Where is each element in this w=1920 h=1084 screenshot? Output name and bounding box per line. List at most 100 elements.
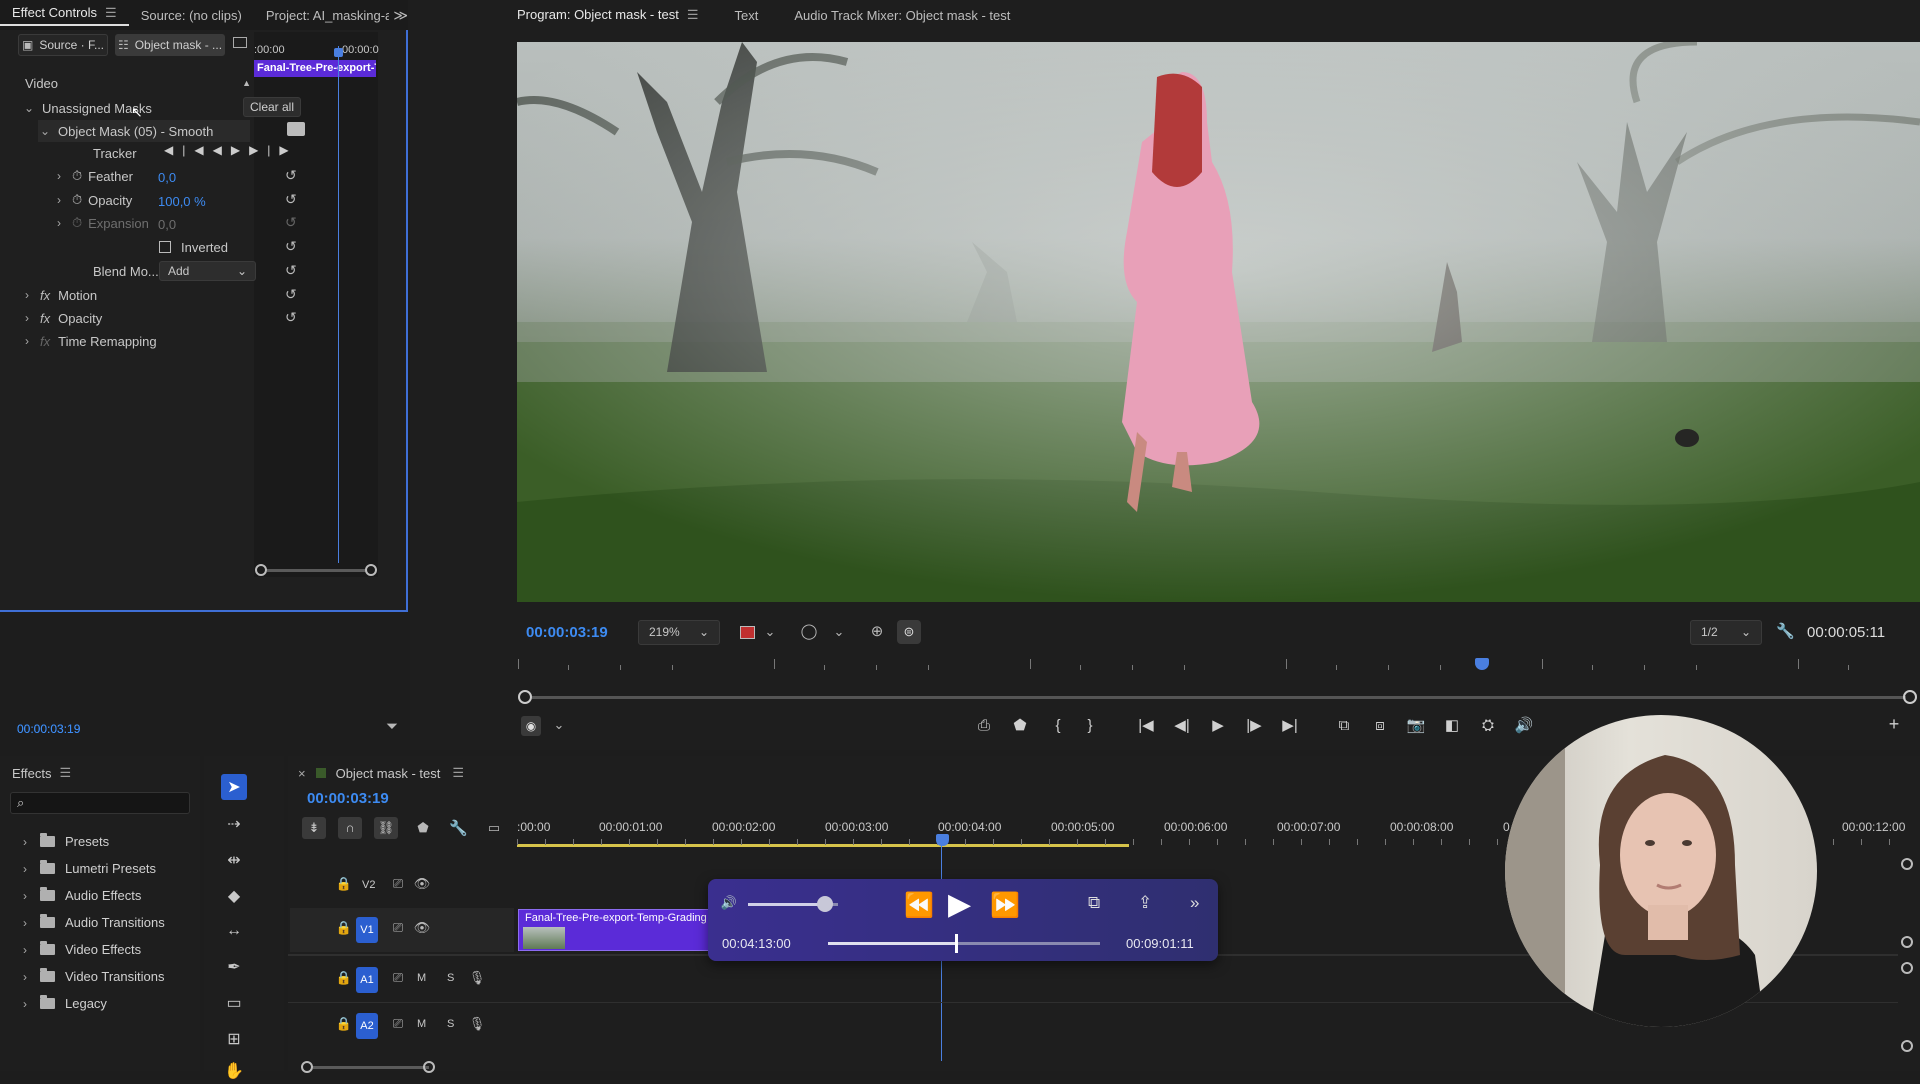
panel-menu-icon[interactable]: ☰: [60, 765, 72, 781]
reset-icon[interactable]: ↺: [285, 167, 297, 184]
mute-button[interactable]: M: [417, 972, 426, 984]
audio-tracks-scroll[interactable]: [1901, 962, 1913, 974]
track-label-v2[interactable]: V2: [362, 879, 375, 891]
lock-icon[interactable]: 🔒: [335, 970, 353, 986]
sync-lock-icon[interactable]: ⎚: [389, 876, 407, 892]
track-select-tool-icon[interactable]: ⇢: [221, 811, 247, 837]
mini-clip-bar[interactable]: Fanal-Tree-Pre-export-Tem: [254, 60, 376, 77]
mini-scroll-handle-right[interactable]: [365, 564, 377, 576]
tab-audio-track-mixer[interactable]: Audio Track Mixer: Object mask - test: [782, 8, 1022, 23]
track-forward-icon[interactable]: |▶: [267, 143, 297, 157]
panel-menu-icon[interactable]: ☰: [452, 765, 464, 781]
mini-scroll-handle-left[interactable]: [255, 564, 267, 576]
chevron-down-icon[interactable]: ⌄: [830, 624, 848, 640]
filter-icon[interactable]: ⏷: [383, 718, 401, 735]
lift-icon[interactable]: ⎙: [972, 716, 996, 736]
mini-playhead[interactable]: [338, 46, 339, 563]
opacity-mask-value[interactable]: 100,0 %: [158, 194, 206, 209]
resolution-dropdown[interactable]: 1/2 ⌄: [1690, 620, 1762, 645]
stopwatch-icon[interactable]: ⏱: [72, 168, 82, 184]
go-to-in-icon[interactable]: |◀: [1134, 716, 1158, 736]
insert-icon[interactable]: ⧉: [1332, 716, 1356, 736]
floating-media-player[interactable]: 🔊 ⏪ ▶ ⏩ ⧉ ⇪ » 00:04:13:00 00:09:01:11: [708, 879, 1218, 961]
track-target-v1[interactable]: V1: [356, 917, 378, 943]
add-marker-icon[interactable]: ⬟: [1008, 716, 1032, 736]
hand-tool-icon[interactable]: ✋: [221, 1058, 247, 1084]
effect-controls-timecode-bottom[interactable]: 00:00:03:19: [17, 722, 80, 736]
pen-tool-icon[interactable]: ✒: [221, 954, 247, 980]
toggle-timeline-icon[interactable]: [233, 37, 247, 48]
effects-item-video-transitions[interactable]: › Video Transitions: [18, 968, 165, 984]
reset-icon[interactable]: ↺: [285, 191, 297, 208]
fx-opacity-row[interactable]: › fx Opacity: [20, 307, 102, 329]
captions-icon[interactable]: ▭: [485, 820, 503, 836]
rewind-icon[interactable]: ⏪: [904, 891, 934, 920]
tab-effect-controls[interactable]: Effect Controls ☰: [0, 5, 129, 26]
volume-icon[interactable]: 🔊: [720, 895, 738, 911]
inverted-checkbox[interactable]: [159, 241, 171, 253]
lock-icon[interactable]: 🔒: [335, 876, 353, 892]
microphone-icon[interactable]: 🎙: [468, 970, 486, 986]
comparison-view-icon[interactable]: ◧: [1440, 716, 1464, 736]
fx-icon[interactable]: fx: [40, 311, 50, 326]
selection-tool-icon[interactable]: ➤: [221, 774, 247, 800]
tab-source[interactable]: Source: (no clips): [129, 8, 254, 23]
effects-item-presets[interactable]: › Presets: [18, 833, 109, 849]
track-target-a1[interactable]: A1: [356, 967, 378, 993]
timeline-clip[interactable]: Fanal-Tree-Pre-export-Temp-Grading: [518, 909, 718, 951]
more-icon[interactable]: »: [1190, 893, 1199, 913]
sync-lock-icon[interactable]: ⎚: [389, 920, 407, 936]
chevron-right-icon[interactable]: ›: [18, 997, 32, 1011]
effects-item-audio-transitions[interactable]: › Audio Transitions: [18, 914, 165, 930]
add-marker-icon[interactable]: ⬟: [414, 820, 432, 836]
program-timecode[interactable]: 00:00:03:19: [526, 624, 608, 641]
fx-icon[interactable]: fx: [40, 288, 50, 303]
chevron-right-icon[interactable]: ›: [20, 288, 34, 302]
wrench-icon[interactable]: 🔧: [1776, 622, 1795, 640]
track-next-frame-icon[interactable]: ▶: [249, 143, 267, 157]
chevron-right-icon[interactable]: ›: [18, 862, 32, 876]
effects-item-video-effects[interactable]: › Video Effects: [18, 941, 141, 957]
sequence-title[interactable]: Object mask - test: [336, 766, 441, 781]
step-forward-icon[interactable]: |▶: [1242, 716, 1266, 736]
program-playhead-marker[interactable]: [1475, 658, 1489, 670]
chevron-right-icon[interactable]: ›: [52, 193, 66, 207]
chevron-right-icon[interactable]: ›: [52, 169, 66, 183]
ripple-edit-tool-icon[interactable]: ⇹: [221, 847, 247, 873]
timeline-playhead-marker[interactable]: [936, 834, 949, 846]
chevron-right-icon[interactable]: ›: [18, 970, 32, 984]
mask-comment-icon[interactable]: [287, 122, 305, 136]
reset-icon[interactable]: ↺: [285, 238, 297, 255]
chevron-right-icon[interactable]: ›: [20, 334, 34, 348]
more-tabs-icon[interactable]: ≫: [393, 7, 408, 24]
chevron-right-icon[interactable]: ›: [18, 889, 32, 903]
overlay-toggle-icon[interactable]: ⊜: [897, 620, 921, 644]
clear-all-button[interactable]: Clear all: [243, 97, 301, 117]
fx-motion-row[interactable]: › fx Motion: [20, 284, 97, 306]
mini-playhead-marker[interactable]: [334, 48, 343, 57]
mute-button[interactable]: M: [417, 1018, 426, 1030]
track-backward-icon[interactable]: ◀|: [164, 143, 194, 157]
solo-button[interactable]: S: [447, 972, 454, 984]
track-prev-frame-icon[interactable]: ◀: [194, 143, 212, 157]
program-scroll-track[interactable]: [532, 696, 1906, 699]
feather-value[interactable]: 0,0: [158, 170, 176, 185]
snap-icon[interactable]: ∩: [338, 817, 362, 839]
chevron-down-icon[interactable]: ⌄: [761, 624, 779, 640]
object-mask-row[interactable]: ⌄ Object Mask (05) - Smooth: [38, 120, 250, 142]
player-progress-handle[interactable]: [954, 934, 958, 953]
linked-selection-icon[interactable]: ⛓: [374, 817, 398, 839]
source-clip-button[interactable]: ▣ Source · F...: [18, 34, 108, 56]
lock-icon[interactable]: 🔒: [335, 1016, 353, 1032]
effects-item-legacy[interactable]: › Legacy: [18, 995, 107, 1011]
overwrite-icon[interactable]: ⧈: [1368, 716, 1392, 736]
record-icon[interactable]: [740, 626, 755, 639]
track-target-a2[interactable]: A2: [356, 1013, 378, 1039]
blend-mode-dropdown[interactable]: Add ⌄: [159, 261, 256, 281]
camera-icon[interactable]: 📷: [1404, 716, 1428, 736]
program-video-frame[interactable]: [517, 42, 1920, 602]
tab-program[interactable]: Program: Object mask - test ☰: [410, 7, 710, 23]
eye-icon[interactable]: 👁: [413, 920, 431, 936]
fast-forward-icon[interactable]: ⏩: [990, 891, 1020, 920]
rectangle-tool-icon[interactable]: ▭: [221, 990, 247, 1016]
